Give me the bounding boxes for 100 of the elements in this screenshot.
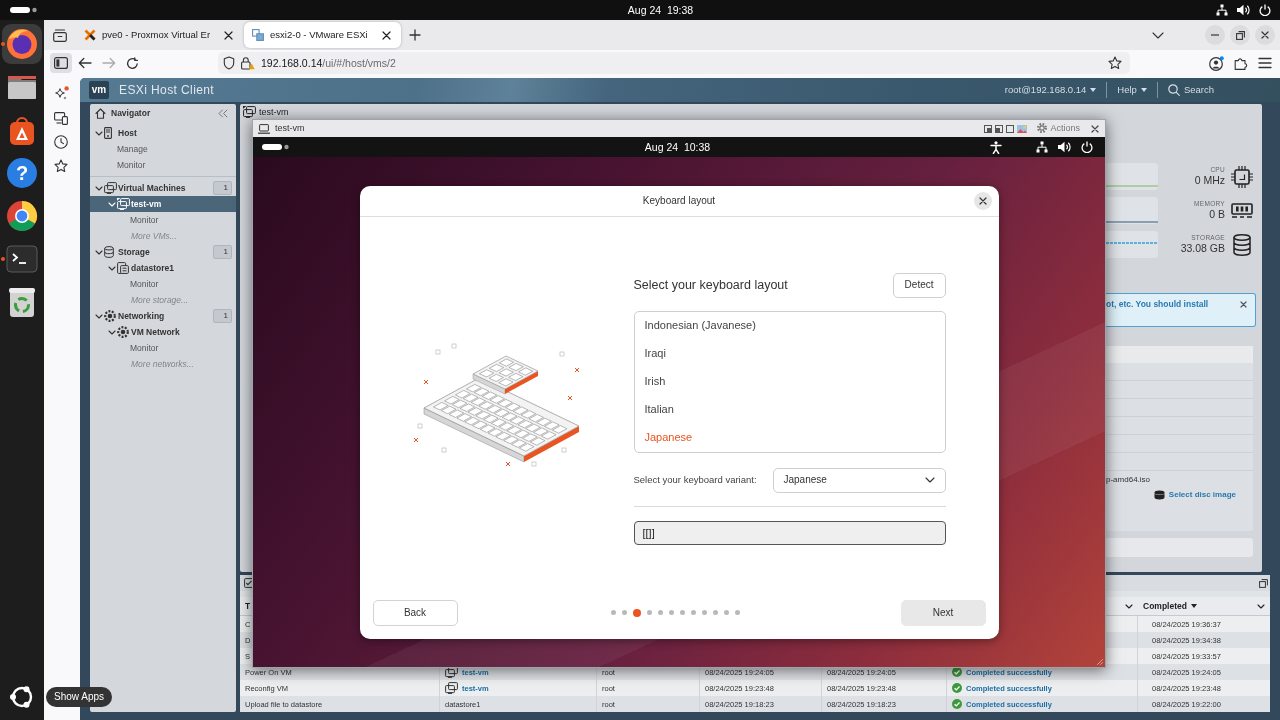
user-menu[interactable]: root@192.168.0.14	[1004, 84, 1097, 96]
nav-item[interactable]: Monitor	[90, 340, 236, 356]
network-icon	[117, 326, 129, 338]
nav-item[interactable]: Virtual Machines 1	[90, 180, 236, 196]
restore-icon[interactable]	[1259, 578, 1268, 588]
clock[interactable]: Aug 24 19:38	[627, 3, 694, 17]
nav-item[interactable]: Networking 1	[90, 308, 236, 324]
back-icon[interactable]	[78, 57, 92, 69]
devices-icon[interactable]	[54, 111, 68, 125]
nav-item[interactable]: Host	[90, 125, 236, 141]
volume-icon[interactable]	[1237, 4, 1250, 16]
variant-dropdown[interactable]: Japanese	[772, 467, 946, 493]
nav-item[interactable]: VM Network	[90, 324, 236, 340]
minimize-button[interactable]	[1205, 25, 1225, 45]
menu-icon[interactable]	[1258, 57, 1272, 69]
plus-icon[interactable]	[408, 29, 421, 41]
chevron-down-icon[interactable]	[1152, 31, 1164, 39]
restore-button[interactable]	[1230, 25, 1250, 45]
database-icon	[1233, 233, 1251, 256]
caret-icon[interactable]	[1140, 88, 1147, 92]
select-disc-link[interactable]: Select disc image	[1153, 490, 1236, 500]
puzzle-icon[interactable]	[1234, 56, 1248, 70]
nav-item[interactable]: datastore1	[90, 260, 236, 276]
resize-grip-icon[interactable]	[1097, 659, 1103, 665]
activities-indicator-icon[interactable]	[10, 7, 37, 13]
power-icon[interactable]	[1259, 4, 1271, 16]
close-icon[interactable]	[224, 30, 234, 40]
clock-icon[interactable]	[54, 135, 68, 149]
browser-tab[interactable]: pve0 - Proxmox Virtual Er	[76, 22, 241, 48]
chevron-down-icon[interactable]	[95, 130, 103, 136]
tray-icon[interactable]	[53, 28, 67, 42]
column-header[interactable]: T	[245, 600, 251, 612]
power-icon[interactable]	[1081, 141, 1093, 153]
accessibility-icon[interactable]	[990, 140, 1002, 154]
actions-menu[interactable]: Actions	[1037, 123, 1080, 134]
nav-item[interactable]: Manage	[90, 141, 236, 157]
network-icon[interactable]	[1036, 141, 1048, 153]
sparkle-icon[interactable]	[53, 86, 69, 101]
star-icon[interactable]	[1108, 56, 1122, 70]
window-icon[interactable]	[984, 124, 993, 133]
address-bar[interactable]: 192.168.0.14/ui/#/host/vms/2	[218, 52, 1130, 74]
close-icon[interactable]	[1091, 124, 1099, 133]
list-item[interactable]: Irish	[634, 367, 945, 396]
back-button[interactable]: Back	[372, 599, 458, 626]
close-button[interactable]	[1255, 25, 1275, 45]
terminal-icon[interactable]	[6, 243, 38, 275]
dialog-title: Keyboard layout	[642, 194, 716, 207]
square-icon[interactable]	[1006, 124, 1015, 133]
account-icon[interactable]	[1209, 55, 1224, 71]
dotted-ring-icon[interactable]	[9, 684, 35, 710]
network-icon[interactable]	[1216, 4, 1228, 16]
chevron-down-icon[interactable]	[108, 329, 116, 335]
column-header[interactable]: Completed	[1143, 600, 1197, 612]
close-icon[interactable]	[1240, 301, 1247, 308]
close-button[interactable]	[973, 191, 992, 210]
activities-indicator-icon[interactable]	[262, 144, 289, 150]
server-icon	[104, 127, 112, 139]
nav-item[interactable]: test-vm	[90, 196, 236, 212]
reload-icon[interactable]	[126, 56, 139, 70]
restore-icon	[1235, 30, 1245, 40]
nav-item[interactable]: Monitor	[90, 157, 236, 173]
test-input[interactable]: [[]]	[633, 520, 946, 545]
browser-tab[interactable]: esxi2-0 - VMware ESXi	[244, 22, 401, 48]
chevron-down-icon[interactable]	[1125, 603, 1133, 609]
detect-button[interactable]: Detect	[892, 272, 946, 298]
chevron-down-icon[interactable]	[1257, 603, 1265, 609]
help-menu[interactable]: Help	[1117, 84, 1147, 96]
nav-item[interactable]: Monitor	[90, 276, 236, 292]
list-item[interactable]: Iraqi	[634, 339, 945, 368]
collapse-icon[interactable]	[218, 108, 228, 118]
panel-title: Navigator	[111, 107, 151, 119]
nav-item[interactable]: Monitor	[90, 212, 236, 228]
app-title: ESXi Host Client	[119, 82, 215, 98]
list-item[interactable]: Japanese	[634, 423, 945, 452]
circle-logo-icon[interactable]	[6, 200, 38, 232]
chevron-down-icon[interactable]	[95, 249, 103, 255]
nav-item[interactable]: Storage 1	[90, 244, 236, 260]
chevron-down-icon[interactable]	[95, 313, 103, 319]
recycle-bin-icon[interactable]	[6, 286, 38, 318]
url-text: 192.168.0.14/ui/#/host/vms/2	[261, 56, 396, 70]
picture-icon[interactable]	[1017, 124, 1028, 133]
minimize-icon	[1211, 34, 1219, 36]
sidebar-button[interactable]	[50, 53, 72, 73]
search-button[interactable]: Search	[1167, 84, 1214, 96]
list-item[interactable]: Italian	[634, 395, 945, 424]
clock[interactable]: Aug 24 10:38	[644, 140, 711, 154]
window-title: test-vm	[275, 123, 305, 134]
volume-icon[interactable]	[1058, 141, 1071, 153]
list-item[interactable]: Indonesian (Javanese)	[634, 311, 945, 340]
question-mark-icon[interactable]: ?	[7, 158, 37, 188]
chip-icon	[1231, 165, 1253, 188]
chevron-down-icon[interactable]	[108, 265, 116, 271]
close-icon[interactable]	[381, 30, 391, 40]
window-icon[interactable]	[995, 124, 1004, 133]
chevron-down-icon[interactable]	[95, 185, 103, 191]
logo: vm	[89, 81, 109, 99]
star-icon[interactable]	[54, 159, 68, 173]
alert-text: ot, etc. You should install	[1106, 299, 1209, 310]
next-button[interactable]: Next	[900, 599, 986, 626]
caret-icon[interactable]	[1090, 88, 1097, 92]
